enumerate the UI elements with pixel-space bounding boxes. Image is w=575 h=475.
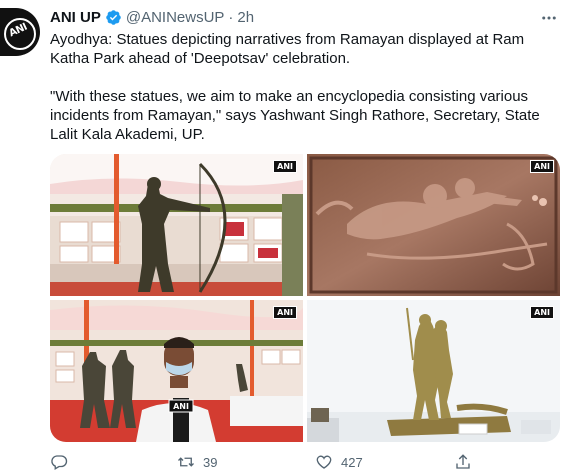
mic-label: ANI — [173, 402, 189, 411]
tweet-paragraph-2: "With these statues, we aim to make an e… — [50, 88, 540, 143]
retweet-count: 39 — [203, 454, 218, 470]
hanuman-relief-image — [307, 154, 560, 296]
media-image-1[interactable]: ANI — [50, 154, 303, 296]
tweet-paragraph-1: Ayodhya: Statues depicting narratives fr… — [50, 31, 525, 67]
more-options-icon[interactable] — [538, 8, 560, 28]
media-grid: ANI ANI ANI ANI ANI — [50, 154, 560, 442]
retweet-icon — [178, 457, 194, 467]
account-name[interactable]: ANI UP — [50, 9, 101, 26]
ani-watermark: ANI — [530, 160, 554, 173]
like-count: 427 — [341, 454, 363, 470]
ani-watermark: ANI — [273, 160, 297, 173]
reply-icon — [51, 455, 68, 470]
tweet[interactable]: ANI ANI UP @ANINewsUP · 2h Ayodhya: Stat… — [0, 0, 575, 475]
share-icon — [456, 454, 470, 469]
avatar[interactable]: ANI — [0, 8, 40, 56]
ani-watermark: ANI — [273, 306, 297, 319]
ani-watermark: ANI — [530, 306, 554, 319]
tweet-header: ANI UP @ANINewsUP · 2h — [50, 7, 254, 27]
reply-button[interactable] — [50, 450, 76, 474]
tweet-text: Ayodhya: Statues depicting narratives fr… — [50, 30, 560, 144]
media-image-2[interactable]: ANI — [307, 154, 560, 296]
heart-icon — [316, 455, 332, 469]
statue-archer-image — [50, 154, 303, 296]
media-image-3[interactable]: ANI ANI — [50, 300, 303, 442]
separator-dot: · — [228, 8, 234, 26]
share-button[interactable] — [454, 450, 480, 474]
tweet-timestamp[interactable]: 2h — [237, 9, 254, 26]
media-image-4[interactable]: ANI — [307, 300, 560, 442]
account-handle[interactable]: @ANINewsUP — [126, 9, 225, 26]
tweet-actions: 39 427 — [50, 450, 500, 474]
like-button[interactable]: 427 — [315, 450, 363, 474]
retweet-button[interactable]: 39 — [177, 450, 217, 474]
reporter-interview-image: ANI — [50, 300, 303, 442]
verified-badge-icon — [106, 9, 121, 25]
ram-sita-statue-image — [307, 300, 560, 442]
